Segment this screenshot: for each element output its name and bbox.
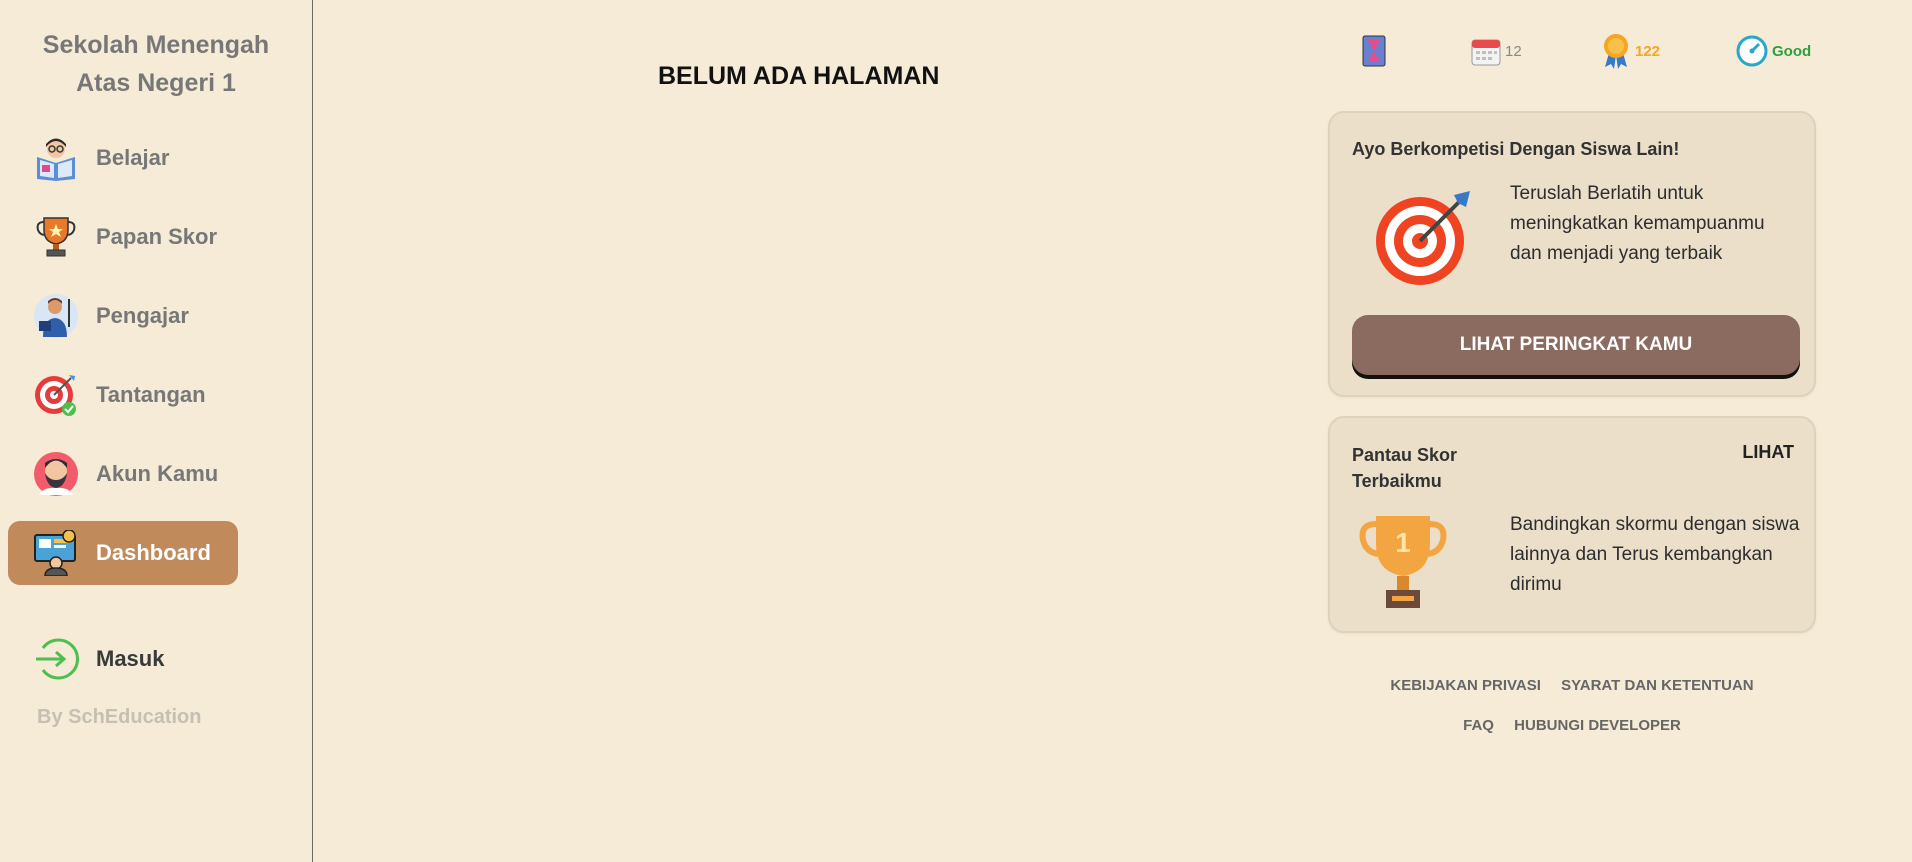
footer-links-row1: KEBIJAKAN PRIVASI SYARAT DAN KETENTUAN [1328, 677, 1816, 694]
sidebar-item-label: Belajar [96, 145, 170, 170]
score-card: Pantau Skor Terbaikmu LIHAT 1 Bandingkan… [1328, 416, 1816, 633]
sidebar-item-pengajar[interactable]: Pengajar [8, 284, 238, 348]
bullseye-dart-icon [1374, 187, 1474, 292]
school-name-line1: Sekolah Menengah [42, 31, 270, 59]
status-text: Good [1772, 42, 1812, 60]
login-arrow-icon [32, 635, 80, 683]
trophy-number: 1 [1395, 527, 1411, 558]
sidebar-item-label: Pengajar [96, 303, 189, 328]
sidebar-item-label: Dashboard [96, 540, 211, 565]
hourglass-book-icon [1361, 35, 1387, 67]
sidebar-item-dashboard[interactable]: Dashboard [8, 521, 238, 585]
faq-link[interactable]: FAQ [1463, 717, 1494, 734]
teacher-icon [32, 292, 80, 340]
points-stat[interactable]: 122 [1601, 33, 1660, 69]
terms-link[interactable]: SYARAT DAN KETENTUAN [1561, 677, 1754, 694]
contact-developer-link[interactable]: HUBUNGI DEVELOPER [1514, 717, 1681, 734]
sidebar-item-label: Akun Kamu [96, 461, 219, 486]
target-check-icon [32, 371, 80, 419]
streak-stat[interactable] [1361, 33, 1387, 69]
score-card-body: Bandingkan skormu dengan siswa lainnya d… [1510, 514, 1800, 595]
view-ranking-button[interactable]: LIHAT PERINGKAT KAMU [1352, 315, 1800, 375]
calendar-icon [1471, 36, 1501, 66]
sidebar-nav: Belajar Papan Skor Pengajar Tantangan Ak… [0, 126, 312, 691]
sidebar-item-papan-skor[interactable]: Papan Skor [8, 205, 238, 269]
page-title: BELUM ADA HALAMAN [658, 62, 940, 90]
view-score-link[interactable]: LIHAT [1742, 442, 1794, 463]
competition-card: Ayo Berkompetisi Dengan Siswa Lain! Teru… [1328, 111, 1816, 397]
competition-card-title: Ayo Berkompetisi Dengan Siswa Lain! [1352, 139, 1680, 159]
days-count: 12 [1505, 42, 1522, 60]
privacy-link[interactable]: KEBIJAKAN PRIVASI [1390, 677, 1541, 694]
medal-icon [1601, 33, 1631, 69]
speedometer-icon [1736, 35, 1768, 67]
trophy-first-place-icon: 1 [1358, 510, 1448, 615]
byline: By SchEducation [37, 706, 202, 728]
school-name-line2: Atas Negeri 1 [76, 69, 236, 97]
sidebar-item-masuk[interactable]: Masuk [8, 627, 238, 691]
school-name: Sekolah Menengah Atas Negeri 1 [0, 26, 312, 102]
score-card-title: Pantau Skor Terbaikmu [1352, 445, 1458, 491]
status-stat[interactable]: Good [1736, 33, 1811, 69]
sidebar-item-label: Papan Skor [96, 224, 218, 249]
reading-student-icon [32, 134, 80, 182]
sidebar: Sekolah Menengah Atas Negeri 1 Belajar P… [0, 0, 313, 862]
points-count: 122 [1635, 42, 1661, 60]
competition-card-body: Teruslah Berlatih untuk meningkatkan kem… [1510, 183, 1765, 264]
days-stat[interactable]: 12 [1471, 33, 1522, 69]
dashboard-monitor-icon [32, 529, 80, 577]
sidebar-item-label: Masuk [96, 646, 165, 671]
footer-links-row2: FAQ HUBUNGI DEVELOPER [1328, 717, 1816, 734]
sidebar-item-tantangan[interactable]: Tantangan [8, 363, 238, 427]
sidebar-item-akun-kamu[interactable]: Akun Kamu [8, 442, 238, 506]
sidebar-item-label: Tantangan [96, 382, 206, 407]
trophy-icon [32, 213, 80, 261]
sidebar-item-belajar[interactable]: Belajar [8, 126, 238, 190]
bearded-avatar-icon [32, 450, 80, 498]
stats-bar: 12 122 Good [1355, 33, 1835, 73]
